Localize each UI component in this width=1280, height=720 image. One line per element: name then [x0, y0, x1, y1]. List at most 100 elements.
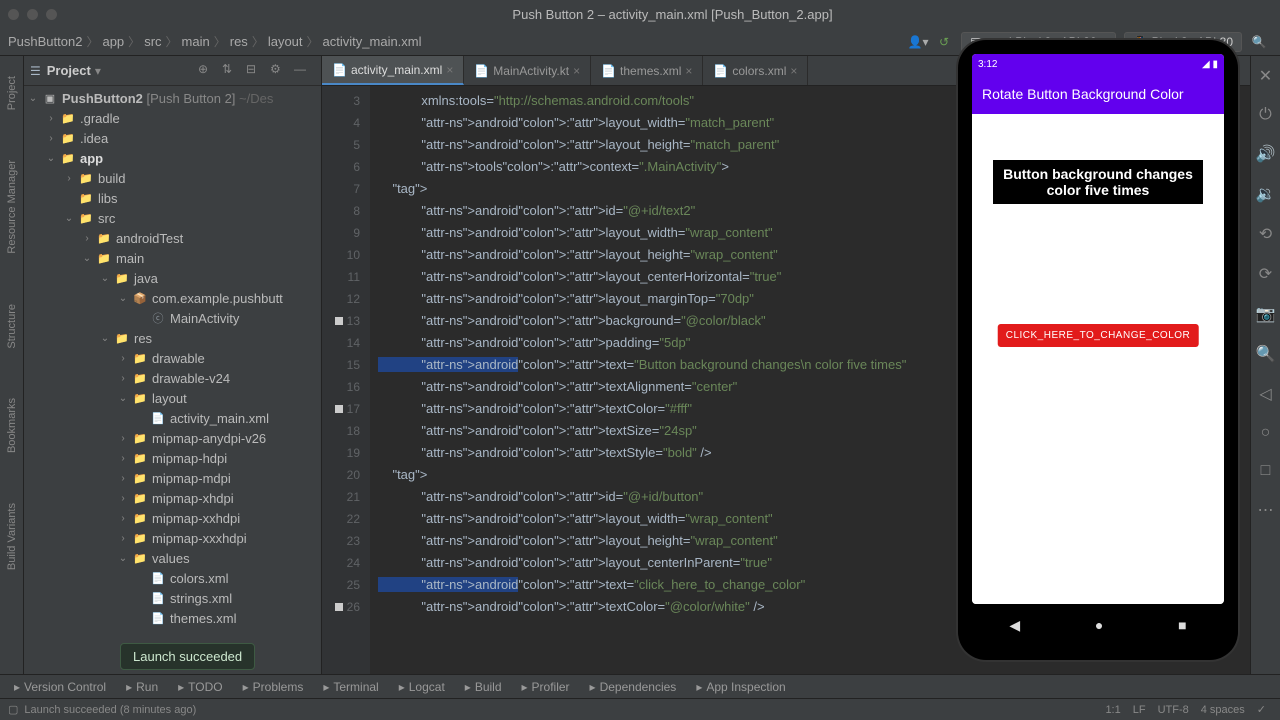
tree-item[interactable]: 📄strings.xml: [24, 588, 321, 608]
tree-item[interactable]: ⌄📁values: [24, 548, 321, 568]
tree-item[interactable]: ⌄📁src: [24, 208, 321, 228]
tree-item[interactable]: ›📁.gradle: [24, 108, 321, 128]
tree-item[interactable]: ›📁mipmap-xxhdpi: [24, 508, 321, 528]
editor-tab[interactable]: 📄MainActivity.kt×: [464, 56, 591, 85]
tree-item[interactable]: ›📁mipmap-xhdpi: [24, 488, 321, 508]
bottom-tab[interactable]: ▸TODO: [170, 680, 230, 694]
breadcrumb-item[interactable]: PushButton2: [8, 34, 82, 49]
tree-item[interactable]: 📄activity_main.xml: [24, 408, 321, 428]
project-header-title[interactable]: Project: [47, 63, 91, 78]
close-icon[interactable]: ×: [573, 64, 580, 78]
project-tree[interactable]: ⌄▣ PushButton2 [Push Button 2] ~/Des ›📁.…: [24, 86, 321, 674]
gutter-project[interactable]: Project: [6, 76, 18, 110]
tree-item[interactable]: ›📁.idea: [24, 128, 321, 148]
tree-item[interactable]: ›📁androidTest: [24, 228, 321, 248]
tree-item[interactable]: ›📁mipmap-hdpi: [24, 448, 321, 468]
emulator-device[interactable]: 3:12◢ ▮ Rotate Button Background Color B…: [958, 40, 1238, 660]
volume-down-icon[interactable]: 🔉: [1256, 184, 1276, 204]
tree-root[interactable]: ⌄▣ PushButton2 [Push Button 2] ~/Des: [24, 88, 321, 108]
volume-up-icon[interactable]: 🔊: [1256, 144, 1276, 164]
breadcrumb-item[interactable]: activity_main.xml: [323, 34, 422, 49]
close-icon[interactable]: ✕: [1259, 66, 1272, 86]
status-square-icon[interactable]: ▢: [8, 703, 18, 716]
breadcrumb-item[interactable]: res: [230, 34, 248, 49]
user-icon[interactable]: 👤▾: [907, 31, 929, 53]
rotate-right-icon[interactable]: ⟳: [1259, 264, 1272, 284]
editor-tab[interactable]: 📄themes.xml×: [591, 56, 703, 85]
bottom-tab[interactable]: ▸Terminal: [315, 680, 386, 694]
tree-item[interactable]: 📄themes.xml: [24, 608, 321, 628]
tree-item[interactable]: ⌄📁main: [24, 248, 321, 268]
tree-item[interactable]: ⌄📁java: [24, 268, 321, 288]
editor-tab[interactable]: 📄colors.xml×: [703, 56, 808, 85]
bottom-tab[interactable]: ▸Problems: [235, 680, 312, 694]
encoding[interactable]: UTF-8: [1158, 704, 1189, 716]
tree-item[interactable]: ⓒMainActivity: [24, 308, 321, 328]
gear-icon[interactable]: ⚙: [270, 62, 288, 80]
breadcrumb-item[interactable]: main: [182, 34, 210, 49]
phone-nav-bar[interactable]: ◀ ● ■: [972, 604, 1224, 646]
gutter-resource-manager[interactable]: Resource Manager: [6, 160, 18, 254]
tree-item[interactable]: ›📁build: [24, 168, 321, 188]
hide-icon[interactable]: —: [294, 62, 312, 80]
tree-item[interactable]: ›📁mipmap-xxxhdpi: [24, 528, 321, 548]
bottom-tab[interactable]: ▸Version Control: [6, 680, 114, 694]
phone-home-icon[interactable]: ●: [1095, 617, 1103, 633]
indent[interactable]: 4 spaces: [1201, 704, 1245, 716]
tree-item[interactable]: ›📁mipmap-mdpi: [24, 468, 321, 488]
emulator-screen[interactable]: 3:12◢ ▮ Rotate Button Background Color B…: [972, 54, 1224, 604]
breadcrumb-item[interactable]: layout: [268, 34, 303, 49]
tree-item[interactable]: ⌄📁res: [24, 328, 321, 348]
line-gutter[interactable]: 3456789101112 13141516 17181920212223242…: [322, 86, 370, 674]
tree-item[interactable]: ›📁drawable-v24: [24, 368, 321, 388]
close-icon[interactable]: ×: [446, 63, 453, 77]
more-icon[interactable]: ⋯: [1258, 500, 1274, 520]
search-icon[interactable]: 🔍: [1248, 31, 1270, 53]
back-icon[interactable]: ◁: [1259, 384, 1271, 404]
phone-change-color-button[interactable]: CLICK_HERE_TO_CHANGE_COLOR: [998, 324, 1199, 347]
tree-item[interactable]: ⌄📁app: [24, 148, 321, 168]
power-icon[interactable]: ⏻: [1259, 106, 1272, 124]
phone-recent-icon[interactable]: ■: [1178, 617, 1186, 633]
caret-pos[interactable]: 1:1: [1105, 704, 1120, 716]
editor-tab[interactable]: 📄activity_main.xml×: [322, 56, 464, 85]
close-icon[interactable]: ×: [685, 64, 692, 78]
bottom-tab[interactable]: ▸Build: [457, 680, 510, 694]
gutter-bookmarks[interactable]: Bookmarks: [6, 398, 18, 453]
status-message: Launch succeeded (8 minutes ago): [24, 704, 196, 716]
bottom-tab[interactable]: ▸Run: [118, 680, 166, 694]
select-opened-icon[interactable]: ⊕: [198, 62, 216, 80]
tree-item[interactable]: ›📁mipmap-anydpi-v26: [24, 428, 321, 448]
close-traffic-light[interactable]: [8, 9, 19, 20]
tree-item[interactable]: 📁libs: [24, 188, 321, 208]
inspections-icon[interactable]: ✓: [1257, 703, 1266, 716]
camera-icon[interactable]: 📷: [1256, 304, 1276, 324]
close-icon[interactable]: ×: [790, 64, 797, 78]
gutter-build-variants[interactable]: Build Variants: [6, 503, 18, 570]
tree-item[interactable]: ⌄📦com.example.pushbutt: [24, 288, 321, 308]
overview-icon[interactable]: □: [1261, 462, 1271, 480]
home-icon[interactable]: ○: [1261, 424, 1271, 442]
window-controls[interactable]: [8, 9, 57, 20]
tree-item[interactable]: 📄colors.xml: [24, 568, 321, 588]
bottom-tab[interactable]: ▸Dependencies: [582, 680, 685, 694]
zoom-in-icon[interactable]: 🔍: [1256, 344, 1276, 364]
dropdown-icon[interactable]: ▾: [95, 64, 101, 78]
gutter-structure[interactable]: Structure: [6, 304, 18, 349]
bottom-tab[interactable]: ▸Profiler: [514, 680, 578, 694]
breadcrumb-item[interactable]: src: [144, 34, 161, 49]
tree-item[interactable]: ›📁drawable: [24, 348, 321, 368]
sync-icon[interactable]: ↺: [933, 31, 955, 53]
min-traffic-light[interactable]: [27, 9, 38, 20]
expand-icon[interactable]: ⇅: [222, 62, 240, 80]
bottom-tab[interactable]: ▸App Inspection: [688, 680, 793, 694]
phone-status-bar: 3:12◢ ▮: [972, 54, 1224, 74]
breadcrumb-item[interactable]: app: [102, 34, 124, 49]
line-sep[interactable]: LF: [1133, 704, 1146, 716]
rotate-left-icon[interactable]: ⟲: [1259, 224, 1272, 244]
phone-back-icon[interactable]: ◀: [1009, 617, 1020, 634]
tree-item[interactable]: ⌄📁layout: [24, 388, 321, 408]
max-traffic-light[interactable]: [46, 9, 57, 20]
collapse-icon[interactable]: ⊟: [246, 62, 264, 80]
bottom-tab[interactable]: ▸Logcat: [391, 680, 453, 694]
